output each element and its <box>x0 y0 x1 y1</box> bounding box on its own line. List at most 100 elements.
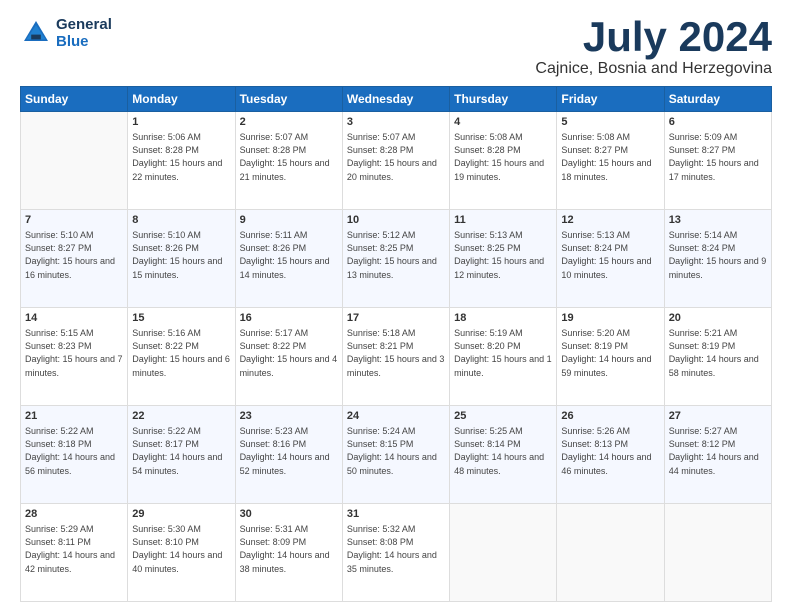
day-info: Sunrise: 5:08 AMSunset: 8:27 PMDaylight:… <box>561 131 659 183</box>
day-number: 20 <box>669 311 767 326</box>
col-sunday: Sunday <box>21 87 128 112</box>
day-info: Sunrise: 5:25 AMSunset: 8:14 PMDaylight:… <box>454 425 552 477</box>
day-number: 9 <box>240 213 338 228</box>
table-row: 2Sunrise: 5:07 AMSunset: 8:28 PMDaylight… <box>235 112 342 210</box>
day-info: Sunrise: 5:19 AMSunset: 8:20 PMDaylight:… <box>454 327 552 379</box>
day-number: 4 <box>454 115 552 130</box>
calendar-table: Sunday Monday Tuesday Wednesday Thursday… <box>20 86 772 602</box>
col-tuesday: Tuesday <box>235 87 342 112</box>
day-number: 1 <box>132 115 230 130</box>
table-row: 3Sunrise: 5:07 AMSunset: 8:28 PMDaylight… <box>342 112 449 210</box>
day-number: 23 <box>240 409 338 424</box>
day-number: 13 <box>669 213 767 228</box>
day-info: Sunrise: 5:17 AMSunset: 8:22 PMDaylight:… <box>240 327 338 379</box>
logo-text: General Blue <box>56 16 112 50</box>
table-row <box>450 504 557 602</box>
day-info: Sunrise: 5:07 AMSunset: 8:28 PMDaylight:… <box>347 131 445 183</box>
day-info: Sunrise: 5:24 AMSunset: 8:15 PMDaylight:… <box>347 425 445 477</box>
table-row: 7Sunrise: 5:10 AMSunset: 8:27 PMDaylight… <box>21 210 128 308</box>
day-number: 28 <box>25 507 123 522</box>
day-number: 26 <box>561 409 659 424</box>
day-number: 2 <box>240 115 338 130</box>
day-info: Sunrise: 5:16 AMSunset: 8:22 PMDaylight:… <box>132 327 230 379</box>
table-row: 11Sunrise: 5:13 AMSunset: 8:25 PMDayligh… <box>450 210 557 308</box>
table-row: 9Sunrise: 5:11 AMSunset: 8:26 PMDaylight… <box>235 210 342 308</box>
day-info: Sunrise: 5:10 AMSunset: 8:27 PMDaylight:… <box>25 229 123 281</box>
day-info: Sunrise: 5:22 AMSunset: 8:18 PMDaylight:… <box>25 425 123 477</box>
day-info: Sunrise: 5:32 AMSunset: 8:08 PMDaylight:… <box>347 523 445 575</box>
header: General Blue July 2024 Cajnice, Bosnia a… <box>20 16 772 78</box>
day-info: Sunrise: 5:30 AMSunset: 8:10 PMDaylight:… <box>132 523 230 575</box>
table-row: 22Sunrise: 5:22 AMSunset: 8:17 PMDayligh… <box>128 406 235 504</box>
day-number: 15 <box>132 311 230 326</box>
col-saturday: Saturday <box>664 87 771 112</box>
day-info: Sunrise: 5:07 AMSunset: 8:28 PMDaylight:… <box>240 131 338 183</box>
table-row: 13Sunrise: 5:14 AMSunset: 8:24 PMDayligh… <box>664 210 771 308</box>
day-number: 3 <box>347 115 445 130</box>
day-info: Sunrise: 5:31 AMSunset: 8:09 PMDaylight:… <box>240 523 338 575</box>
day-number: 24 <box>347 409 445 424</box>
table-row: 25Sunrise: 5:25 AMSunset: 8:14 PMDayligh… <box>450 406 557 504</box>
day-info: Sunrise: 5:13 AMSunset: 8:24 PMDaylight:… <box>561 229 659 281</box>
table-row: 15Sunrise: 5:16 AMSunset: 8:22 PMDayligh… <box>128 308 235 406</box>
month-title: July 2024 <box>535 16 772 58</box>
day-info: Sunrise: 5:12 AMSunset: 8:25 PMDaylight:… <box>347 229 445 281</box>
day-number: 7 <box>25 213 123 228</box>
calendar-week-row: 7Sunrise: 5:10 AMSunset: 8:27 PMDaylight… <box>21 210 772 308</box>
day-number: 5 <box>561 115 659 130</box>
col-wednesday: Wednesday <box>342 87 449 112</box>
table-row: 30Sunrise: 5:31 AMSunset: 8:09 PMDayligh… <box>235 504 342 602</box>
day-info: Sunrise: 5:21 AMSunset: 8:19 PMDaylight:… <box>669 327 767 379</box>
col-thursday: Thursday <box>450 87 557 112</box>
day-info: Sunrise: 5:14 AMSunset: 8:24 PMDaylight:… <box>669 229 767 281</box>
day-number: 17 <box>347 311 445 326</box>
day-info: Sunrise: 5:11 AMSunset: 8:26 PMDaylight:… <box>240 229 338 281</box>
day-number: 6 <box>669 115 767 130</box>
table-row: 10Sunrise: 5:12 AMSunset: 8:25 PMDayligh… <box>342 210 449 308</box>
table-row: 6Sunrise: 5:09 AMSunset: 8:27 PMDaylight… <box>664 112 771 210</box>
table-row <box>21 112 128 210</box>
day-number: 31 <box>347 507 445 522</box>
day-number: 12 <box>561 213 659 228</box>
table-row: 5Sunrise: 5:08 AMSunset: 8:27 PMDaylight… <box>557 112 664 210</box>
table-row: 8Sunrise: 5:10 AMSunset: 8:26 PMDaylight… <box>128 210 235 308</box>
day-number: 29 <box>132 507 230 522</box>
table-row: 18Sunrise: 5:19 AMSunset: 8:20 PMDayligh… <box>450 308 557 406</box>
logo: General Blue <box>20 16 112 50</box>
col-monday: Monday <box>128 87 235 112</box>
day-info: Sunrise: 5:10 AMSunset: 8:26 PMDaylight:… <box>132 229 230 281</box>
day-info: Sunrise: 5:08 AMSunset: 8:28 PMDaylight:… <box>454 131 552 183</box>
day-number: 30 <box>240 507 338 522</box>
calendar-header-row: Sunday Monday Tuesday Wednesday Thursday… <box>21 87 772 112</box>
day-info: Sunrise: 5:09 AMSunset: 8:27 PMDaylight:… <box>669 131 767 183</box>
day-number: 27 <box>669 409 767 424</box>
col-friday: Friday <box>557 87 664 112</box>
day-number: 21 <box>25 409 123 424</box>
calendar-week-row: 14Sunrise: 5:15 AMSunset: 8:23 PMDayligh… <box>21 308 772 406</box>
day-info: Sunrise: 5:26 AMSunset: 8:13 PMDaylight:… <box>561 425 659 477</box>
title-block: July 2024 Cajnice, Bosnia and Herzegovin… <box>535 16 772 78</box>
day-number: 11 <box>454 213 552 228</box>
table-row: 24Sunrise: 5:24 AMSunset: 8:15 PMDayligh… <box>342 406 449 504</box>
day-info: Sunrise: 5:20 AMSunset: 8:19 PMDaylight:… <box>561 327 659 379</box>
day-info: Sunrise: 5:22 AMSunset: 8:17 PMDaylight:… <box>132 425 230 477</box>
table-row: 14Sunrise: 5:15 AMSunset: 8:23 PMDayligh… <box>21 308 128 406</box>
table-row: 4Sunrise: 5:08 AMSunset: 8:28 PMDaylight… <box>450 112 557 210</box>
day-number: 14 <box>25 311 123 326</box>
table-row: 23Sunrise: 5:23 AMSunset: 8:16 PMDayligh… <box>235 406 342 504</box>
table-row: 12Sunrise: 5:13 AMSunset: 8:24 PMDayligh… <box>557 210 664 308</box>
table-row: 31Sunrise: 5:32 AMSunset: 8:08 PMDayligh… <box>342 504 449 602</box>
table-row: 1Sunrise: 5:06 AMSunset: 8:28 PMDaylight… <box>128 112 235 210</box>
day-info: Sunrise: 5:29 AMSunset: 8:11 PMDaylight:… <box>25 523 123 575</box>
calendar-week-row: 21Sunrise: 5:22 AMSunset: 8:18 PMDayligh… <box>21 406 772 504</box>
day-info: Sunrise: 5:15 AMSunset: 8:23 PMDaylight:… <box>25 327 123 379</box>
table-row: 16Sunrise: 5:17 AMSunset: 8:22 PMDayligh… <box>235 308 342 406</box>
logo-icon <box>20 17 52 49</box>
day-info: Sunrise: 5:23 AMSunset: 8:16 PMDaylight:… <box>240 425 338 477</box>
table-row: 17Sunrise: 5:18 AMSunset: 8:21 PMDayligh… <box>342 308 449 406</box>
day-number: 16 <box>240 311 338 326</box>
table-row: 20Sunrise: 5:21 AMSunset: 8:19 PMDayligh… <box>664 308 771 406</box>
table-row: 28Sunrise: 5:29 AMSunset: 8:11 PMDayligh… <box>21 504 128 602</box>
table-row: 29Sunrise: 5:30 AMSunset: 8:10 PMDayligh… <box>128 504 235 602</box>
day-number: 19 <box>561 311 659 326</box>
